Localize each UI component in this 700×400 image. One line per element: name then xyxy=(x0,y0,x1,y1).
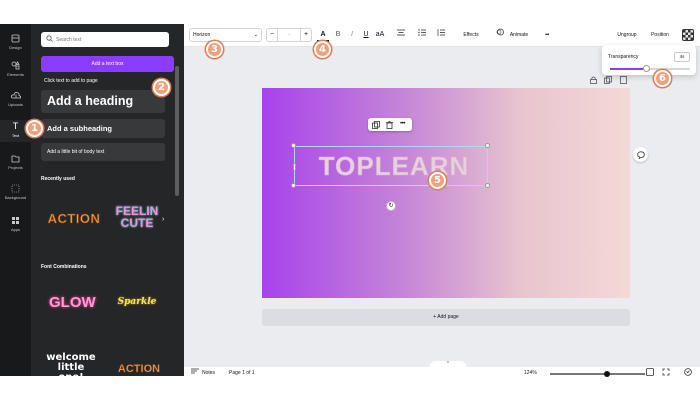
add-heading-button[interactable]: Add a heading xyxy=(41,90,165,113)
effects-button[interactable]: Effects xyxy=(459,28,483,42)
search-box[interactable] xyxy=(41,32,169,47)
combo-item-action[interactable]: ACTION xyxy=(111,363,167,375)
add-subheading-button[interactable]: Add a subheading xyxy=(41,119,165,138)
elements-icon xyxy=(0,61,31,70)
font-select[interactable]: Horizon ⌄ xyxy=(189,28,262,42)
chevron-down-icon: ⌄ xyxy=(253,32,258,38)
annotation-marker-5: 5 xyxy=(429,172,446,189)
list-icon[interactable] xyxy=(417,28,427,42)
resize-handle-top-left[interactable] xyxy=(291,143,296,148)
copy-icon[interactable] xyxy=(372,118,380,135)
recent-item-feelin-cute[interactable]: FEELIN CUTE xyxy=(113,205,161,229)
add-text-box-button[interactable]: Add a text box xyxy=(41,56,174,72)
help-icon[interactable] xyxy=(684,368,692,382)
transparency-slider-knob[interactable] xyxy=(642,65,650,72)
notes-icon[interactable] xyxy=(191,367,199,380)
status-bar: Notes Page 1 of 1 124% xyxy=(184,367,700,380)
combo-item-welcome[interactable]: welcome little one! xyxy=(45,353,97,377)
annotation-marker-3: 3 xyxy=(206,41,223,58)
recent-item-action[interactable]: ACTION xyxy=(47,212,101,226)
projects-icon xyxy=(0,154,31,163)
transparency-slider[interactable] xyxy=(610,65,690,72)
pages-grid-icon[interactable] xyxy=(646,368,654,382)
zoom-slider-knob[interactable] xyxy=(604,370,610,377)
bold-button[interactable]: B xyxy=(333,28,343,42)
combo-item-sparkle[interactable]: Sparkle xyxy=(111,298,163,307)
transparency-value-input[interactable]: 4s xyxy=(674,52,690,62)
more-actions-icon[interactable]: ••• xyxy=(400,118,405,131)
rail-item-projects[interactable]: Projects xyxy=(0,154,31,170)
rail-label: Text xyxy=(11,133,20,138)
annotation-marker-2: 2 xyxy=(153,79,170,96)
position-button[interactable]: Position xyxy=(645,28,675,42)
transparency-label: Transparency xyxy=(608,54,639,60)
letter-case-button[interactable]: aA xyxy=(374,28,386,42)
chevron-right-icon[interactable]: › xyxy=(162,216,164,223)
design-page[interactable] xyxy=(262,88,630,298)
rail-label: Elements xyxy=(7,72,24,77)
click-hint: Click text to add to page xyxy=(44,78,98,84)
underline-button[interactable]: U xyxy=(361,28,371,42)
animate-button[interactable]: Animate xyxy=(506,28,532,42)
rail-item-uploads[interactable]: Uploads xyxy=(0,91,31,107)
align-icon[interactable] xyxy=(396,28,406,42)
transparency-slider-fill xyxy=(610,68,646,70)
annotation-marker-4: 4 xyxy=(314,41,331,58)
resize-handle-bottom-left[interactable] xyxy=(291,183,296,188)
page-count[interactable]: Page 1 of 1 xyxy=(229,367,255,380)
font-combinations-title: Font Combinations xyxy=(41,264,87,270)
comment-icon[interactable] xyxy=(633,147,648,162)
resize-handle-left[interactable] xyxy=(293,163,296,171)
uploads-icon xyxy=(0,91,31,100)
rail-label: Background xyxy=(4,195,27,200)
annotation-marker-6: 6 xyxy=(654,70,671,87)
transparency-icon[interactable] xyxy=(682,29,694,41)
duplicate-page-icon[interactable] xyxy=(604,76,612,86)
rail-item-apps[interactable]: Apps xyxy=(0,216,31,232)
transparency-popover: Transparency 4s xyxy=(602,45,696,75)
rail-item-background[interactable]: Background xyxy=(0,184,31,200)
rotate-icon[interactable]: ↻ xyxy=(386,201,396,211)
font-size-input[interactable]: -- xyxy=(278,28,300,42)
zoom-slider[interactable] xyxy=(550,370,645,377)
search-icon xyxy=(46,35,53,44)
annotation-marker-1: 1 xyxy=(26,120,43,137)
rail-label: Apps xyxy=(10,227,21,232)
element-context-menu: ••• xyxy=(368,118,412,131)
background-icon xyxy=(0,184,31,193)
lock-icon[interactable] xyxy=(590,76,597,86)
spacing-icon[interactable] xyxy=(436,28,446,42)
italic-button[interactable]: I xyxy=(347,28,357,42)
rail-item-design[interactable]: Design xyxy=(0,34,31,50)
fullscreen-icon[interactable] xyxy=(662,368,670,382)
rail-label: Projects xyxy=(8,165,23,170)
recently-used-title: Recently used xyxy=(41,176,75,182)
rail-label: Design xyxy=(9,45,22,50)
trash-icon[interactable] xyxy=(386,118,393,135)
ungroup-button[interactable]: Ungroup xyxy=(612,28,642,42)
font-name: Horizon xyxy=(193,32,211,38)
design-icon xyxy=(0,34,31,43)
add-page-button[interactable]: + Add page xyxy=(262,309,630,326)
rail-item-elements[interactable]: Elements xyxy=(0,61,31,77)
font-size-decrease-button[interactable]: − xyxy=(266,28,278,42)
combo-item-glow[interactable]: GLOW xyxy=(49,295,96,310)
text-panel: Add a text box Click text to add to page… xyxy=(31,24,184,376)
text-color-button[interactable]: A xyxy=(317,28,329,42)
more-options-button[interactable]: ••• xyxy=(540,28,554,42)
zoom-value: 124% xyxy=(524,370,537,376)
notes-button[interactable]: Notes xyxy=(202,367,215,380)
font-size-increase-button[interactable]: + xyxy=(300,28,312,42)
apps-icon xyxy=(0,216,31,225)
panel-scrollbar[interactable] xyxy=(175,66,179,196)
add-page-icon[interactable] xyxy=(620,76,627,86)
rail-label: Uploads xyxy=(8,102,23,107)
design-text-element[interactable]: TOPLEARN xyxy=(300,148,488,184)
add-body-text-button[interactable]: Add a little bit of body text xyxy=(41,143,165,161)
animate-icon xyxy=(495,28,505,42)
toolbar: Horizon ⌄ − -- + A B I U aA Effects Anim… xyxy=(184,24,700,47)
search-input[interactable] xyxy=(56,34,164,45)
icon-rail: Design Elements Uploads T Text Projects … xyxy=(0,24,31,376)
show-pages-toggle[interactable]: ⌃ xyxy=(430,361,466,367)
